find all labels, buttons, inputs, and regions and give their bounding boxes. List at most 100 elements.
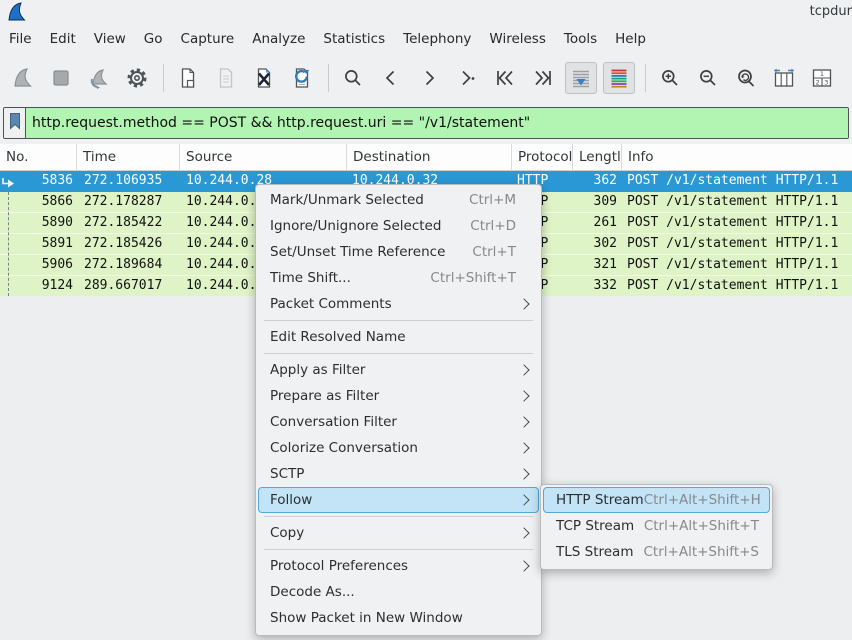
main-toolbar: 123 bbox=[0, 54, 852, 102]
colorize-button[interactable] bbox=[603, 62, 635, 94]
column-header-no[interactable]: No. bbox=[0, 144, 77, 170]
packet-list-header: No. Time Source Destination Protocol Len… bbox=[0, 144, 852, 171]
auto-scroll-button[interactable] bbox=[565, 62, 597, 94]
go-last-packet-button[interactable] bbox=[527, 62, 559, 94]
save-file-button[interactable] bbox=[210, 62, 242, 94]
cell-time: 272.185426 bbox=[77, 234, 180, 254]
resize-columns-button[interactable] bbox=[768, 62, 800, 94]
filter-bookmark-button[interactable] bbox=[4, 108, 26, 138]
menu-wireless[interactable]: Wireless bbox=[480, 28, 555, 50]
cell-length: 332 bbox=[573, 276, 622, 296]
colorize-lines-icon bbox=[607, 66, 631, 90]
menu-item-show-packet-in-new-window[interactable]: Show Packet in New Window bbox=[258, 605, 539, 631]
menu-capture[interactable]: Capture bbox=[172, 28, 244, 50]
resize-columns-icon bbox=[772, 66, 796, 90]
menu-view[interactable]: View bbox=[85, 28, 135, 50]
toolbar-separator bbox=[328, 64, 329, 92]
start-capture-button[interactable] bbox=[7, 62, 39, 94]
submenu-item-tcp-stream[interactable]: TCP Stream Ctrl+Alt+Shift+T bbox=[543, 513, 770, 539]
zoom-reset-button[interactable] bbox=[730, 62, 762, 94]
column-header-length[interactable]: Lengtl bbox=[573, 144, 622, 170]
menu-telephony[interactable]: Telephony bbox=[394, 28, 480, 50]
close-document-icon bbox=[252, 66, 276, 90]
submenu-arrow-icon bbox=[518, 364, 529, 375]
menu-item-label: SCTP bbox=[270, 466, 516, 482]
menu-item-label: TCP Stream bbox=[556, 518, 644, 534]
go-forward-button[interactable] bbox=[413, 62, 445, 94]
menu-help[interactable]: Help bbox=[606, 28, 655, 50]
column-header-time[interactable]: Time bbox=[77, 144, 180, 170]
menu-item-label: Apply as Filter bbox=[270, 362, 516, 378]
go-back-button[interactable] bbox=[375, 62, 407, 94]
menu-file[interactable]: File bbox=[0, 28, 41, 50]
menu-item-ignore-unignore-selected[interactable]: Ignore/Unignore Selected Ctrl+D bbox=[258, 213, 539, 239]
shark-fin-icon bbox=[11, 66, 35, 90]
menu-edit[interactable]: Edit bbox=[41, 28, 85, 50]
menu-item-decode-as[interactable]: Decode As... bbox=[258, 579, 539, 605]
menu-item-label: Protocol Preferences bbox=[270, 558, 516, 574]
layout-grid-button[interactable]: 123 bbox=[806, 62, 838, 94]
cell-info: POST /v1/statement HTTP/1.1 bbox=[622, 213, 852, 233]
submenu-item-tls-stream[interactable]: TLS Stream Ctrl+Alt+Shift+S bbox=[543, 539, 770, 565]
menu-item-edit-resolved-name[interactable]: Edit Resolved Name bbox=[258, 324, 539, 350]
menu-item-colorize-conversation[interactable]: Colorize Conversation bbox=[258, 435, 539, 461]
capture-options-button[interactable] bbox=[121, 62, 153, 94]
menu-item-mark-unmark-selected[interactable]: Mark/Unmark Selected Ctrl+M bbox=[258, 187, 539, 213]
menu-analyze[interactable]: Analyze bbox=[243, 28, 314, 50]
zoom-reset-icon bbox=[734, 66, 758, 90]
column-header-destination[interactable]: Destination bbox=[347, 144, 512, 170]
zoom-in-button[interactable] bbox=[654, 62, 686, 94]
column-header-info[interactable]: Info bbox=[622, 144, 852, 170]
menu-go[interactable]: Go bbox=[135, 28, 172, 50]
menu-item-label: Edit Resolved Name bbox=[270, 329, 516, 345]
follow-submenu: HTTP Stream Ctrl+Alt+Shift+H TCP Stream … bbox=[540, 484, 773, 570]
zoom-out-button[interactable] bbox=[692, 62, 724, 94]
menu-separator bbox=[264, 549, 533, 550]
menu-item-follow[interactable]: Follow bbox=[258, 487, 539, 513]
menu-item-packet-comments[interactable]: Packet Comments bbox=[258, 291, 539, 317]
menu-item-conversation-filter[interactable]: Conversation Filter bbox=[258, 409, 539, 435]
cell-length: 261 bbox=[573, 213, 622, 233]
cell-no: 5890 bbox=[0, 213, 77, 233]
submenu-arrow-icon bbox=[518, 298, 529, 309]
open-file-button[interactable] bbox=[172, 62, 204, 94]
menu-item-sctp[interactable]: SCTP bbox=[258, 461, 539, 487]
display-filter-bar bbox=[0, 102, 852, 144]
shark-fin-restart-icon bbox=[87, 66, 111, 90]
menu-statistics[interactable]: Statistics bbox=[314, 28, 394, 50]
cell-length: 302 bbox=[573, 234, 622, 254]
cell-info: POST /v1/statement HTTP/1.1 bbox=[622, 234, 852, 254]
menu-item-shortcut: Ctrl+T bbox=[472, 244, 516, 260]
menu-item-apply-as-filter[interactable]: Apply as Filter bbox=[258, 357, 539, 383]
menu-tools[interactable]: Tools bbox=[555, 28, 606, 50]
find-packet-button[interactable] bbox=[337, 62, 369, 94]
svg-text:1: 1 bbox=[820, 70, 824, 78]
cell-no: 9124 bbox=[0, 276, 77, 296]
chevron-right-dot-icon bbox=[455, 66, 479, 90]
menu-item-protocol-preferences[interactable]: Protocol Preferences bbox=[258, 553, 539, 579]
close-file-button[interactable] bbox=[248, 62, 280, 94]
cell-time: 272.106935 bbox=[77, 171, 180, 192]
cell-time: 272.189684 bbox=[77, 255, 180, 275]
go-first-packet-button[interactable] bbox=[489, 62, 521, 94]
titlebar: tcpdur bbox=[0, 0, 852, 24]
column-header-source[interactable]: Source bbox=[180, 144, 347, 170]
menu-item-time-shift[interactable]: Time Shift... Ctrl+Shift+T bbox=[258, 265, 539, 291]
save-document-icon bbox=[214, 66, 238, 90]
menu-item-prepare-as-filter[interactable]: Prepare as Filter bbox=[258, 383, 539, 409]
reload-file-button[interactable] bbox=[286, 62, 318, 94]
wireshark-logo-icon bbox=[6, 1, 28, 23]
menu-item-label: Conversation Filter bbox=[270, 414, 516, 430]
submenu-item-http-stream[interactable]: HTTP Stream Ctrl+Alt+Shift+H bbox=[543, 487, 770, 513]
menu-item-set-unset-time-reference[interactable]: Set/Unset Time Reference Ctrl+T bbox=[258, 239, 539, 265]
submenu-arrow-icon bbox=[518, 527, 529, 538]
submenu-arrow-icon bbox=[518, 494, 529, 505]
display-filter-input[interactable] bbox=[26, 108, 848, 138]
column-header-protocol[interactable]: Protocol bbox=[512, 144, 573, 170]
go-to-packet-button[interactable] bbox=[451, 62, 483, 94]
menu-item-label: Prepare as Filter bbox=[270, 388, 516, 404]
restart-capture-button[interactable] bbox=[83, 62, 115, 94]
menu-item-copy[interactable]: Copy bbox=[258, 520, 539, 546]
stop-capture-button[interactable] bbox=[45, 62, 77, 94]
menu-item-label: Colorize Conversation bbox=[270, 440, 516, 456]
